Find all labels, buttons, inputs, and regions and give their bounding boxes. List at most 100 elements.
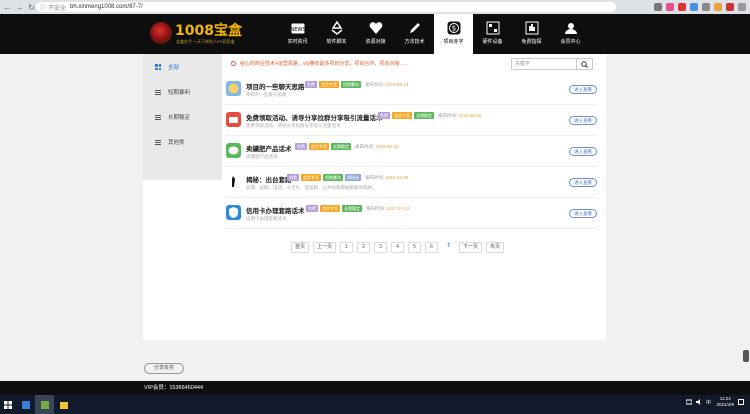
folder-icon [59,401,68,409]
publish-date: 发布时间: 2017-07-12 [366,205,410,211]
language-icon[interactable]: 中 [706,399,712,405]
scrollbar[interactable] [743,350,749,362]
tag-badge: 免费 [295,143,307,150]
tag-badge: 会员专享 [320,205,340,212]
tag-badge: 长期稳定 [414,112,434,119]
browser-toolbar: ← → ↻ ⓘ 不安全 bh.xinmeng1008.com/87-7/ [0,0,750,14]
list-icon [155,139,161,145]
view-button[interactable]: 进入查看 [569,116,597,125]
page-prev[interactable]: 上一页 [313,242,337,253]
tag-badge: 免费 [378,112,390,119]
forward-icon[interactable]: → [15,3,24,12]
tag-badge: 会员专享 [319,81,339,88]
extension-icon[interactable] [654,3,662,11]
system-clock[interactable]: 11:24 2021/4/9 [716,396,734,408]
page-number[interactable]: 1 [340,242,354,253]
article-summary: 项目的一些聊天思路 [246,92,287,97]
extension-icon[interactable] [714,3,722,11]
article-list: 项目的一些聊天思路 免费 会员专享 短期暴利 发布时间: 2019-06-24 … [225,74,597,229]
page-last[interactable]: 末页 [486,242,505,253]
handshake-icon [369,21,383,35]
extension-icon[interactable] [690,3,698,11]
article-title[interactable]: 免费领取活动、诱导分享拉群分享吸引流量话术 [246,112,383,122]
view-button[interactable]: 进入查看 [569,178,597,187]
tag-badge: 会员专享 [309,143,329,150]
sidebar-item-long-term[interactable]: 长期稳定 [143,105,222,129]
back-icon[interactable]: ← [3,3,12,12]
taskbar-app[interactable] [35,395,54,414]
article-title[interactable]: 揭秘：出台套路 [246,174,292,184]
search-icon [581,60,588,68]
main-nav: NEWS 实时资讯 软件脚本 资源对接 方法技术 $ 项目赤字 硬件设备 免费指… [278,14,590,54]
tag-badge: 免费 [305,81,317,88]
nav-item-hardware[interactable]: 硬件设备 [473,14,512,54]
list-item[interactable]: 免费领取活动、诱导分享拉群分享吸引流量话术 免费 会员专享 长期稳定 发布时间:… [225,105,597,136]
article-thumbnail [226,143,241,158]
notification-icon[interactable] [738,399,744,405]
page-number[interactable]: 3 [374,242,388,253]
page-number[interactable]: 2 [357,242,371,253]
list-item[interactable]: 揭秘：出台套路 免费 会员专享 短期暴利 揭秘秘 发布时间: 2019-03-0… [225,167,597,198]
nav-item-news[interactable]: NEWS 实时资讯 [278,14,317,54]
page-number[interactable]: 5 [408,242,422,253]
site-header: 1008宝盒 宝盒在手 一天干掉别人PC网页盒 NEWS 实时资讯 软件脚本 资… [0,14,750,54]
list-item[interactable]: 卖罐肥产品话术 免费 会员专享 长期稳定 发布时间: 2019-06-20 卖罐… [225,136,597,167]
view-button[interactable]: 进入查看 [569,85,597,94]
nav-item-member[interactable]: 会员中心 [551,14,590,54]
view-button[interactable]: 进入查看 [569,209,597,218]
nav-item-methods[interactable]: 方法技术 [395,14,434,54]
article-title[interactable]: 项目的一些聊天思路 [246,81,305,91]
extension-icon[interactable] [726,3,734,11]
article-summary: 前期、前期、电话、小卡片、电话剧、公共局和都被套路的陷阱。 [246,185,377,190]
sidebar-item-short-term[interactable]: 短期暴利 [143,80,222,104]
pagination: 首页 上一页 1 2 3 4 5 6 7 下一页 末页 [291,242,505,253]
tag-badge: 免费 [287,174,299,181]
page-next[interactable]: 下一页 [459,242,483,253]
nav-item-scripts[interactable]: 软件脚本 [317,14,356,54]
volume-icon[interactable] [696,399,702,405]
logo-title: 1008宝盒 [175,23,242,39]
page-number[interactable]: 4 [391,242,405,253]
extension-icon[interactable] [702,3,710,11]
content-panel: 全部 短期暴利 长期稳定 其他类 秘心的商业技术+运营思路，vip拥有最多项目分… [143,54,606,340]
nav-item-resources[interactable]: 资源对接 [356,14,395,54]
profile-icon[interactable] [738,3,746,11]
article-title[interactable]: 信用卡办理套路话术 [246,205,305,215]
info-icon[interactable]: ⓘ [40,3,46,12]
site-logo[interactable]: 1008宝盒 宝盒在手 一天干掉别人PC网页盒 [150,20,270,50]
page-number[interactable]: 6 [425,242,439,253]
system-tray: 中 11:24 2021/4/9 [686,396,744,408]
taskbar-app[interactable] [54,395,73,414]
network-icon[interactable] [686,399,693,405]
extension-icon[interactable] [678,3,686,11]
article-thumbnail [226,205,241,220]
sidebar-item-other[interactable]: 其他类 [143,130,222,154]
reload-icon[interactable]: ↻ [27,3,36,12]
nav-item-projects[interactable]: $ 项目赤字 [434,14,473,54]
address-bar[interactable]: ⓘ 不安全 bh.xinmeng1008.com/87-7/ [36,2,616,12]
search-button[interactable] [577,58,593,70]
page-first[interactable]: 首页 [291,242,310,253]
tag-badge: 长期稳定 [331,143,351,150]
nav-item-free[interactable]: 免费指探 [512,14,551,54]
publish-date: 发布时间: 2019-06-20 [355,143,399,149]
list-item[interactable]: 信用卡办理套路话术 免费 会员专享 长期稳定 发布时间: 2017-07-12 … [225,198,597,229]
site-footer: VIP会员：15366460444 [0,381,750,395]
logo-subtitle: 宝盒在手 一天干掉别人PC网页盒 [176,39,235,44]
url-text: bh.xinmeng1008.com/87-7/ [70,4,143,10]
list-item[interactable]: 项目的一些聊天思路 免费 会员专享 短期暴利 发布时间: 2019-06-24 … [225,74,597,105]
security-label: 不安全 [48,5,67,12]
grid-icon [155,64,161,70]
article-summary: 信用卡办理套路话术 [246,216,287,221]
extension-icon[interactable] [666,3,674,11]
search-input[interactable]: 关键字 [511,58,577,70]
app-icon [40,400,49,409]
taskbar-app[interactable] [16,395,35,414]
view-button[interactable]: 进入查看 [569,147,597,156]
tag-badge: 短期暴利 [323,174,343,181]
article-summary: 免费领取活动、诱导分享拉群分享吸引流量话术 [246,123,341,128]
start-button[interactable] [0,395,16,414]
share-button[interactable]: 分享有奖 [144,363,184,374]
sidebar-item-all[interactable]: 全部 [143,55,222,79]
article-title[interactable]: 卖罐肥产品话术 [246,143,292,153]
